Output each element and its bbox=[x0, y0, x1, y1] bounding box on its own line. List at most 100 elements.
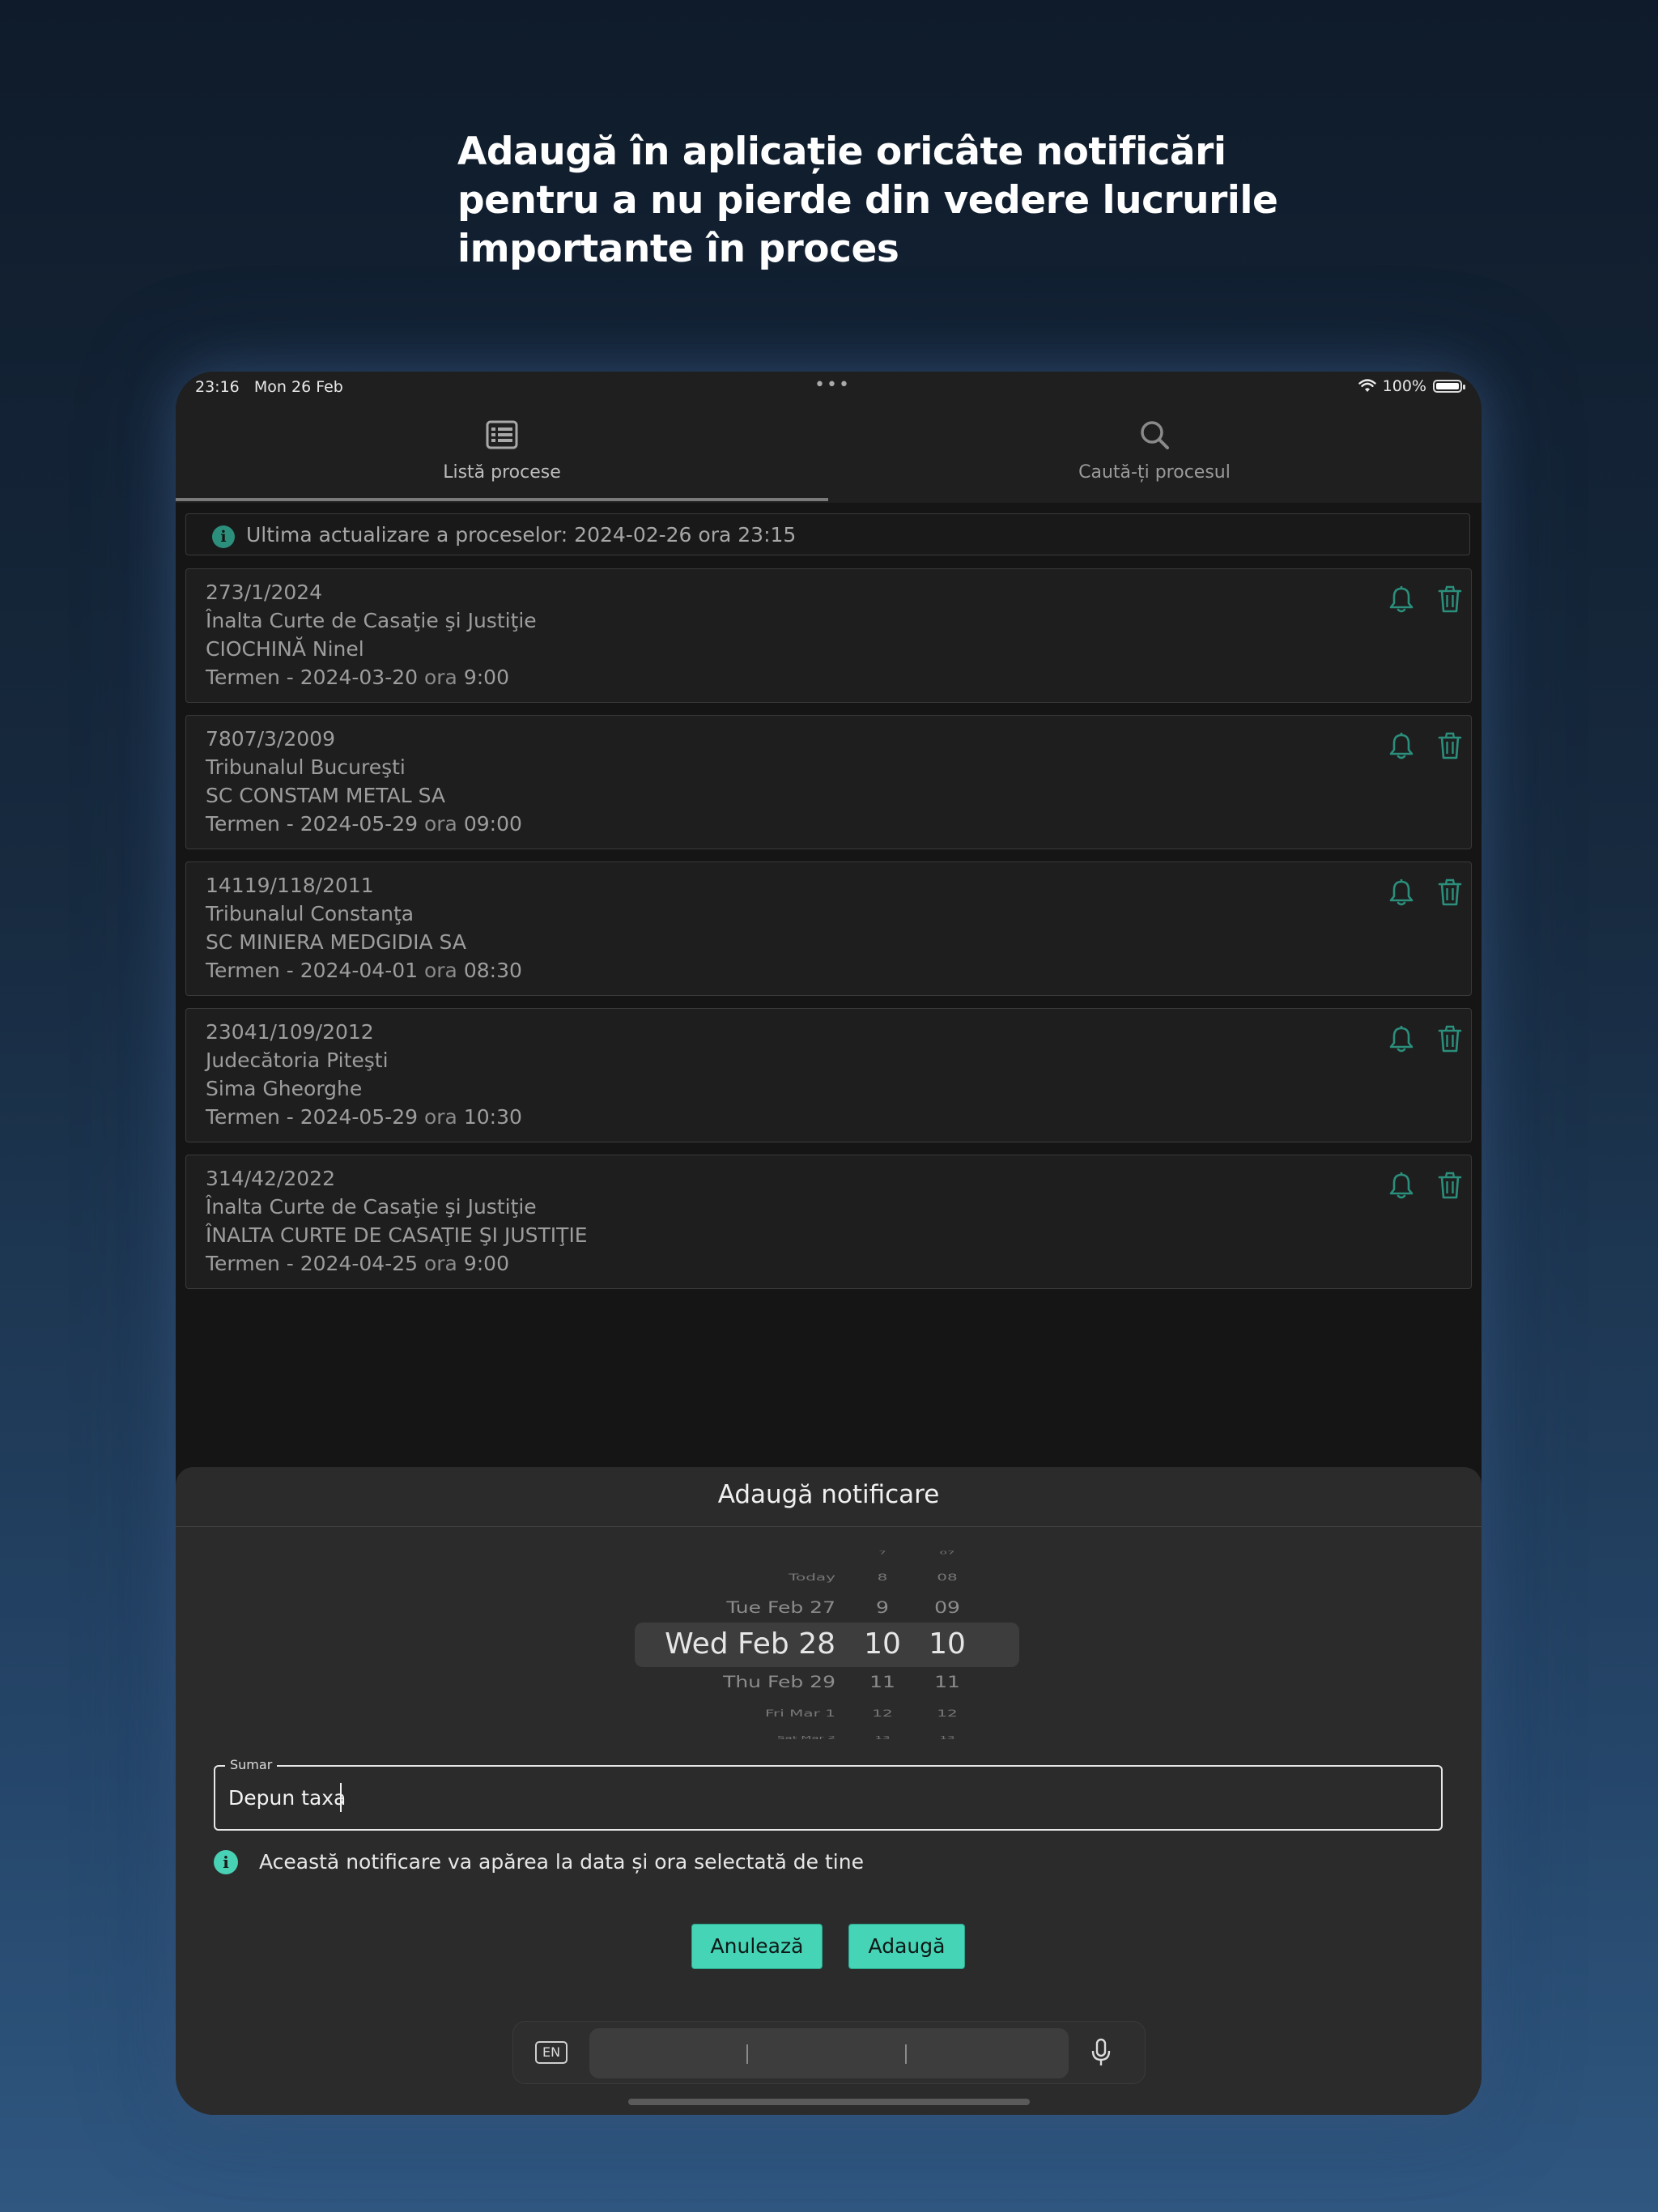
summary-input[interactable] bbox=[228, 1781, 1362, 1814]
search-icon bbox=[1141, 421, 1169, 449]
battery-icon bbox=[1433, 380, 1465, 393]
term-date: Termen - 2024-05-29 bbox=[206, 1105, 419, 1129]
bell-icon[interactable] bbox=[1388, 585, 1414, 613]
list-icon bbox=[486, 420, 518, 449]
last-update-bar: i Ultima actualizare a proceselor: 2024-… bbox=[185, 513, 1470, 555]
case-term: Termen - 2024-03-20 ora 9:00 bbox=[206, 666, 509, 689]
picker-minute-option[interactable]: 12 bbox=[919, 1708, 976, 1718]
info-icon: i bbox=[214, 1850, 238, 1874]
case-court: Tribunalul Constanţa bbox=[206, 902, 414, 925]
term-time: 08:30 bbox=[463, 959, 522, 982]
status-time-date: 23:16 Mon 26 Feb bbox=[195, 378, 343, 396]
case-party: SC CONSTAM METAL SA bbox=[206, 784, 446, 807]
trash-icon[interactable] bbox=[1438, 585, 1462, 613]
ipad-screen: 23:16 Mon 26 Feb ••• 100% Listă procese bbox=[176, 372, 1482, 2115]
picker-hour-option[interactable]: 13 bbox=[854, 1735, 911, 1740]
term-ora: ora bbox=[423, 1252, 457, 1275]
trash-icon[interactable] bbox=[1438, 732, 1462, 759]
status-bar: 23:16 Mon 26 Feb ••• 100% bbox=[176, 372, 1482, 402]
trash-icon[interactable] bbox=[1438, 1025, 1462, 1053]
prediction-divider bbox=[746, 2044, 748, 2064]
headline-line-1: Adaugă în aplicație oricâte notificări bbox=[457, 130, 1226, 174]
microphone-icon[interactable] bbox=[1090, 2038, 1112, 2067]
prediction-divider bbox=[905, 2044, 907, 2064]
keyboard-language-button[interactable]: EN bbox=[535, 2041, 568, 2064]
summary-label: Sumar bbox=[225, 1757, 278, 1772]
status-time: 23:16 bbox=[195, 378, 240, 396]
term-ora: ora bbox=[423, 812, 457, 836]
picker-hour-option[interactable]: 9 bbox=[854, 1598, 911, 1617]
case-number: 7807/3/2009 bbox=[206, 727, 335, 751]
home-indicator[interactable] bbox=[628, 2099, 1030, 2105]
picker-hour-option[interactable]: 10 bbox=[854, 1627, 911, 1661]
tab-label-lista: Listă procese bbox=[443, 462, 561, 483]
picker-date-option[interactable]: Wed Feb 28 bbox=[593, 1627, 835, 1661]
picker-minute-option[interactable]: 10 bbox=[919, 1627, 976, 1661]
battery-percent: 100% bbox=[1382, 377, 1426, 395]
case-court: Tribunalul Bucureşti bbox=[206, 755, 406, 779]
cancel-button[interactable]: Anulează bbox=[691, 1924, 823, 1969]
case-number: 14119/118/2011 bbox=[206, 874, 374, 897]
trash-icon[interactable] bbox=[1438, 878, 1462, 906]
case-card[interactable]: 23041/109/2012 Judecătoria Piteşti Sima Gh… bbox=[185, 1008, 1472, 1142]
bell-icon[interactable] bbox=[1388, 878, 1414, 906]
term-ora: ora bbox=[423, 1105, 457, 1129]
case-number: 314/42/2022 bbox=[206, 1167, 335, 1190]
add-button[interactable]: Adaugă bbox=[848, 1924, 965, 1969]
trash-icon[interactable] bbox=[1438, 1172, 1462, 1199]
case-court: Judecătoria Piteşti bbox=[206, 1049, 389, 1072]
term-date: Termen - 2024-04-01 bbox=[206, 959, 419, 982]
picker-hour-option[interactable]: 12 bbox=[854, 1708, 911, 1718]
picker-date-option[interactable]: Today bbox=[593, 1572, 835, 1582]
headline: Adaugă în aplicație oricâte notificări p… bbox=[457, 128, 1278, 274]
term-ora: ora bbox=[423, 959, 457, 982]
term-date: Termen - 2024-04-25 bbox=[206, 1252, 419, 1275]
active-tab-indicator bbox=[176, 498, 828, 501]
picker-minute-option[interactable]: 13 bbox=[919, 1735, 976, 1740]
picker-minute-option[interactable]: 08 bbox=[919, 1572, 976, 1582]
case-term: Termen - 2024-04-01 ora 08:30 bbox=[206, 959, 522, 982]
multitask-dots-icon[interactable]: ••• bbox=[814, 375, 851, 395]
picker-minute-option[interactable]: 07 bbox=[919, 1551, 976, 1555]
picker-minute-option[interactable]: 09 bbox=[919, 1598, 976, 1617]
case-term: Termen - 2024-05-29 ora 09:00 bbox=[206, 812, 522, 836]
bell-icon[interactable] bbox=[1388, 732, 1414, 759]
case-card[interactable]: 273/1/2024 Înalta Curte de Casaţie şi Jus… bbox=[185, 568, 1472, 703]
picker-date-option[interactable]: Thu Feb 29 bbox=[593, 1673, 835, 1691]
case-number: 273/1/2024 bbox=[206, 581, 323, 604]
picker-hour-option[interactable]: 8 bbox=[854, 1572, 911, 1582]
date-time-picker[interactable]: 7 07 Today 8 08 Tue Feb 27 9 09 Wed Feb 28 10 10 Th… bbox=[176, 1540, 1482, 1742]
sheet-title: Adaugă notificare bbox=[717, 1480, 940, 1509]
case-party: CIOCHINĂ Ninel bbox=[206, 637, 364, 661]
info-icon: i bbox=[212, 525, 235, 548]
picker-date-option[interactable]: Fri Mar 1 bbox=[593, 1708, 835, 1718]
headline-line-2: pentru a nu pierde din vedere lucrurile bbox=[457, 178, 1278, 223]
note-text: Această notificare va apărea la data și … bbox=[259, 1850, 864, 1874]
term-date: Termen - 2024-03-20 bbox=[206, 666, 419, 689]
tab-cauta-procesul[interactable]: Caută-ți procesul bbox=[828, 402, 1481, 503]
status-right: 100% bbox=[1358, 377, 1465, 395]
term-time: 9:00 bbox=[463, 1252, 509, 1275]
case-party: SC MINIERA MEDGIDIA SA bbox=[206, 930, 466, 954]
case-term: Termen - 2024-04-25 ora 9:00 bbox=[206, 1252, 509, 1275]
tab-lista-procese[interactable]: Listă procese bbox=[176, 402, 828, 503]
picker-date-option[interactable]: Sat Mar 2 bbox=[593, 1735, 835, 1740]
headline-line-3: importante în proces bbox=[457, 227, 899, 271]
picker-date-option[interactable]: Tue Feb 27 bbox=[593, 1598, 835, 1617]
text-caret bbox=[340, 1783, 342, 1812]
picker-minute-option[interactable]: 11 bbox=[919, 1673, 976, 1691]
case-number: 23041/109/2012 bbox=[206, 1020, 374, 1044]
case-card[interactable]: 314/42/2022 Înalta Curte de Casaţie şi Ju… bbox=[185, 1155, 1472, 1289]
status-date: Mon 26 Feb bbox=[253, 378, 343, 396]
tab-bar: Listă procese Caută-ți procesul bbox=[176, 402, 1482, 503]
picker-hour-option[interactable]: 7 bbox=[854, 1551, 911, 1555]
case-party: ÎNALTA CURTE DE CASAŢIE ŞI JUSTIŢIE bbox=[206, 1223, 588, 1247]
predictive-text-bar[interactable] bbox=[589, 2028, 1069, 2078]
summary-field[interactable]: Sumar bbox=[214, 1757, 1443, 1831]
case-card[interactable]: 14119/118/2011 Tribunalul Constanţa SC MIN… bbox=[185, 861, 1472, 996]
bell-icon[interactable] bbox=[1388, 1025, 1414, 1053]
case-court: Înalta Curte de Casaţie şi Justiţie bbox=[206, 609, 537, 632]
case-card[interactable]: 7807/3/2009 Tribunalul Bucureşti SC CONSTA… bbox=[185, 715, 1472, 849]
picker-hour-option[interactable]: 11 bbox=[854, 1673, 911, 1691]
bell-icon[interactable] bbox=[1388, 1172, 1414, 1199]
